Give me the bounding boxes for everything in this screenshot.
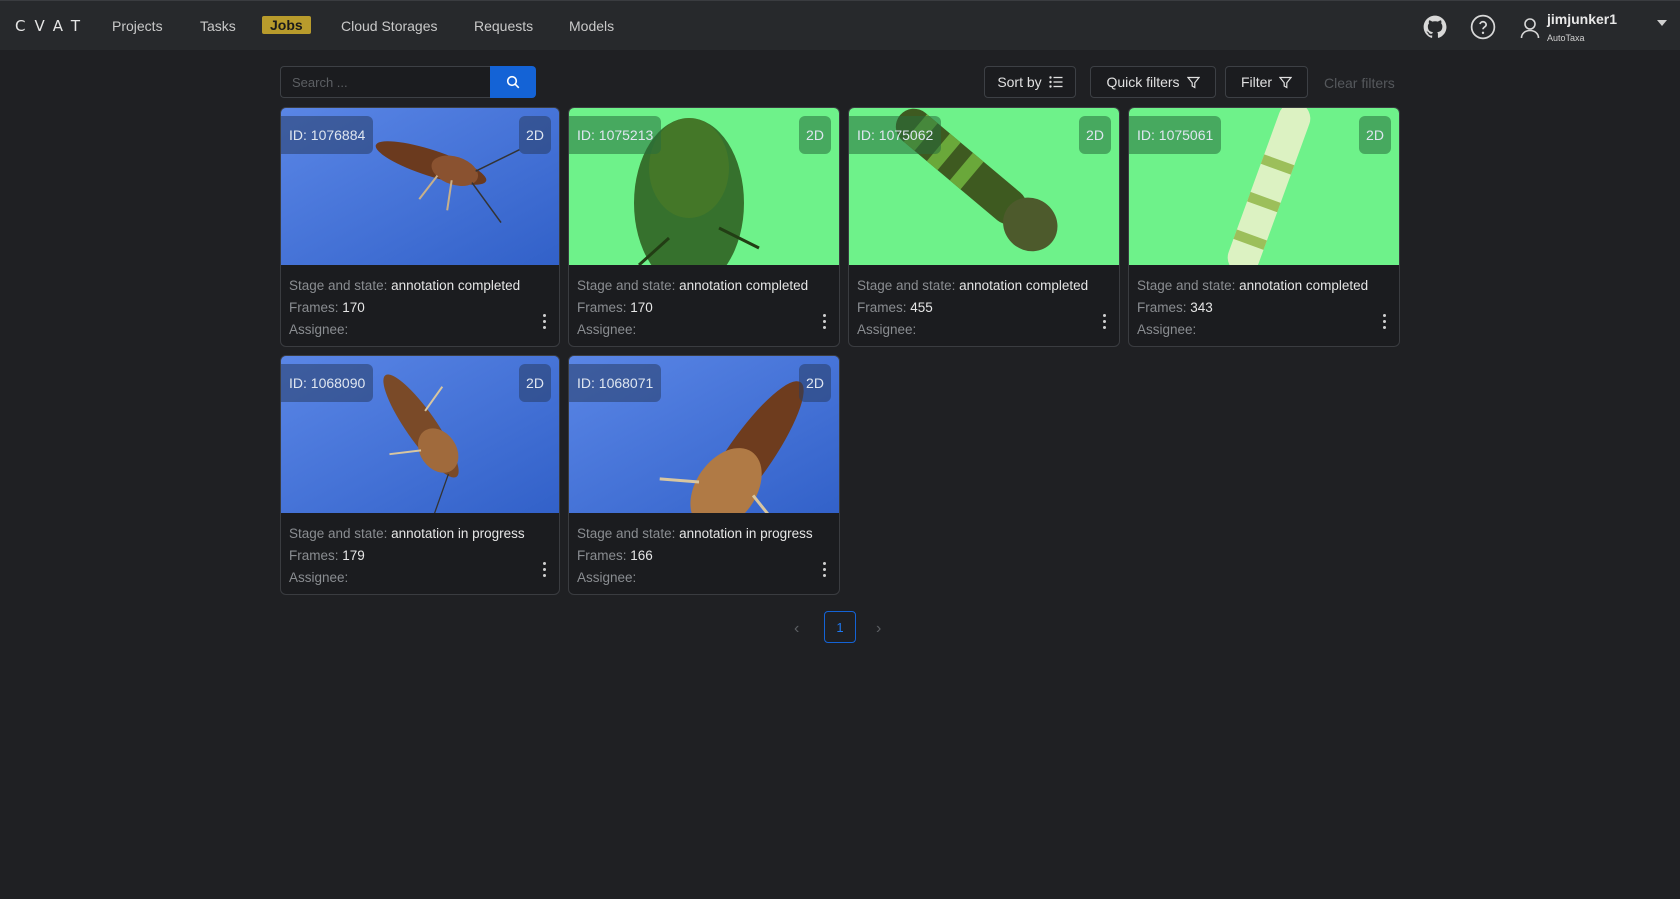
job-frames: 179	[342, 548, 365, 563]
nav-models[interactable]: Models	[569, 18, 614, 34]
job-id-badge: ID: 1075062	[849, 116, 942, 154]
caret-down-icon[interactable]	[1657, 20, 1667, 26]
job-id-badge: ID: 1068071	[569, 364, 662, 402]
page-1-button[interactable]: 1	[824, 611, 856, 643]
dimension-badge: 2D	[799, 364, 831, 402]
assignee-label: Assignee	[577, 570, 633, 585]
top-navbar: CVAT Projects Tasks Jobs Cloud Storages …	[0, 0, 1680, 50]
clear-filters-button[interactable]: Clear filters	[1324, 75, 1395, 91]
job-state: annotation in progress	[391, 526, 525, 541]
more-actions-icon[interactable]	[543, 314, 547, 330]
job-state: annotation completed	[679, 278, 809, 293]
job-details: Stage and state: annotation in progress …	[577, 526, 813, 585]
job-card[interactable]: ID: 1075061 2D Stage and state: annotati…	[1128, 107, 1400, 347]
job-id-badge: ID: 1075061	[1129, 116, 1222, 154]
cvat-logo[interactable]: CVAT	[15, 17, 89, 35]
job-card[interactable]: ID: 1075062 2D Stage and state: annotati…	[848, 107, 1120, 347]
job-frames: 170	[342, 300, 365, 315]
stage-label: Stage and state	[577, 526, 672, 541]
assignee-label: Assignee	[289, 322, 345, 337]
job-details: Stage and state: annotation completed Fr…	[289, 278, 521, 337]
sort-list-icon	[1048, 76, 1063, 88]
more-actions-icon[interactable]	[823, 314, 827, 330]
frames-label: Frames	[577, 300, 623, 315]
frames-label: Frames	[289, 300, 335, 315]
frames-label: Frames	[577, 548, 623, 563]
prev-page-button[interactable]: ‹	[794, 620, 799, 638]
search-input[interactable]	[280, 66, 490, 98]
job-id-badge: ID: 1068090	[281, 364, 374, 402]
job-state: annotation in progress	[679, 526, 813, 541]
job-details: Stage and state: annotation completed Fr…	[577, 278, 809, 337]
filter-icon	[1186, 76, 1200, 89]
assignee-label: Assignee	[577, 322, 633, 337]
job-card[interactable]: ID: 1076884 2D Stage and state: annotati…	[280, 107, 560, 347]
nav-jobs[interactable]: Jobs	[262, 16, 311, 34]
job-details: Stage and state: annotation in progress …	[289, 526, 525, 585]
user-organization: AutoTaxa	[1547, 33, 1585, 43]
assignee-label: Assignee	[289, 570, 345, 585]
dimension-badge: 2D	[519, 364, 551, 402]
nav-tasks[interactable]: Tasks	[200, 18, 236, 34]
more-actions-icon[interactable]	[1103, 314, 1107, 330]
github-icon[interactable]	[1422, 14, 1448, 40]
sort-by-button[interactable]: Sort by	[984, 66, 1076, 98]
quick-filters-button[interactable]: Quick filters	[1090, 66, 1216, 98]
user-name: jimjunker1	[1547, 11, 1618, 27]
job-id-badge: ID: 1075213	[569, 116, 662, 154]
stage-label: Stage and state	[1137, 278, 1232, 293]
job-card[interactable]: ID: 1075213 2D Stage and state: annotati…	[568, 107, 840, 347]
assignee-label: Assignee	[1137, 322, 1193, 337]
job-details: Stage and state: annotation completed Fr…	[1137, 278, 1369, 337]
frames-label: Frames	[857, 300, 903, 315]
stage-label: Stage and state	[289, 526, 384, 541]
stage-label: Stage and state	[857, 278, 952, 293]
dimension-badge: 2D	[1359, 116, 1391, 154]
search-button[interactable]	[490, 66, 536, 98]
nav-requests[interactable]: Requests	[474, 18, 533, 34]
job-frames: 343	[1190, 300, 1213, 315]
frames-label: Frames	[1137, 300, 1183, 315]
job-id-badge: ID: 1076884	[281, 116, 374, 154]
stage-label: Stage and state	[577, 278, 672, 293]
frames-label: Frames	[289, 548, 335, 563]
dimension-badge: 2D	[799, 116, 831, 154]
filter-icon	[1279, 76, 1293, 89]
stage-label: Stage and state	[289, 278, 384, 293]
more-actions-icon[interactable]	[823, 562, 827, 578]
search-icon	[506, 75, 520, 89]
job-frames: 170	[630, 300, 653, 315]
search-bar	[280, 66, 536, 98]
job-frames: 455	[910, 300, 933, 315]
sort-by-label: Sort by	[997, 74, 1042, 90]
help-icon[interactable]	[1470, 14, 1496, 40]
job-state: annotation completed	[391, 278, 521, 293]
filter-button[interactable]: Filter	[1225, 66, 1308, 98]
quick-filters-label: Quick filters	[1106, 74, 1180, 90]
job-card[interactable]: ID: 1068071 2D Stage and state: annotati…	[568, 355, 840, 595]
job-frames: 166	[630, 548, 653, 563]
dimension-badge: 2D	[1079, 116, 1111, 154]
job-card[interactable]: ID: 1068090 2D Stage and state: annotati…	[280, 355, 560, 595]
next-page-button[interactable]: ›	[876, 620, 881, 638]
job-state: annotation completed	[1239, 278, 1369, 293]
dimension-badge: 2D	[519, 116, 551, 154]
job-details: Stage and state: annotation completed Fr…	[857, 278, 1089, 337]
nav-projects[interactable]: Projects	[112, 18, 163, 34]
user-icon	[1520, 18, 1540, 39]
more-actions-icon[interactable]	[1383, 314, 1387, 330]
job-state: annotation completed	[959, 278, 1089, 293]
nav-cloud-storages[interactable]: Cloud Storages	[341, 18, 438, 34]
assignee-label: Assignee	[857, 322, 913, 337]
filter-label: Filter	[1240, 74, 1273, 90]
more-actions-icon[interactable]	[543, 562, 547, 578]
